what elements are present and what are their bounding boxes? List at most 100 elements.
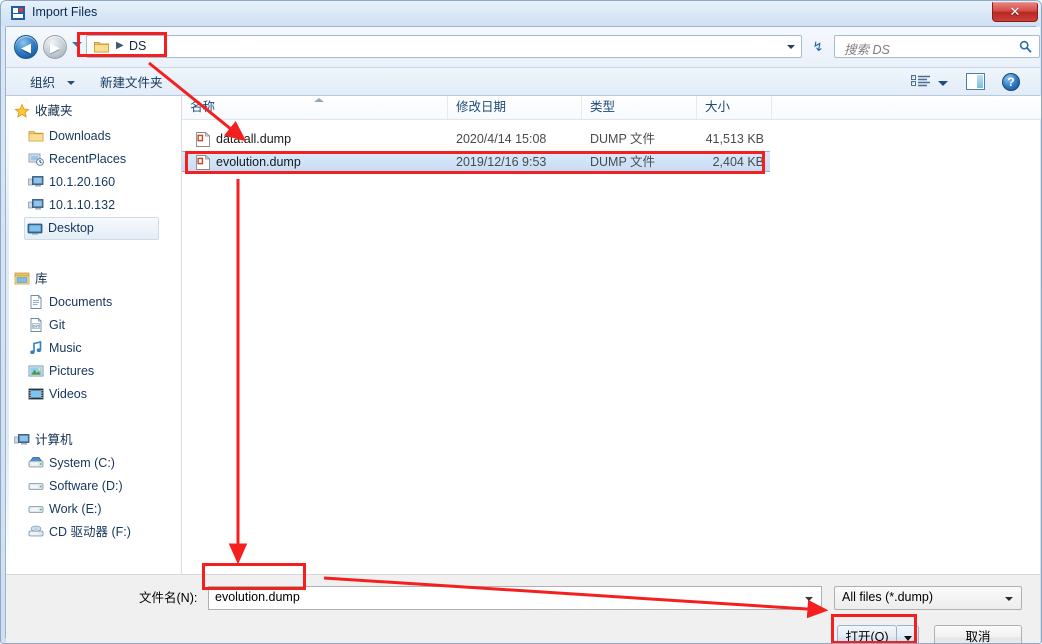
forward-button[interactable]: ▶ [43,35,67,59]
filename-label: 文件名(N): [139,591,198,605]
library-icon [14,271,30,287]
sidebar-item-label: 10.1.20.160 [49,175,116,189]
title-bar: Import Files ✕ [1,1,1041,26]
sidebar-group-favorites[interactable]: 收藏夹 [14,100,159,123]
views-caret-down-icon[interactable] [938,81,948,86]
column-header-row: 名称 修改日期 类型 大小 [182,96,1041,120]
sort-ascending-icon [314,98,324,102]
column-header-size[interactable]: 大小 [697,96,772,119]
file-type: DUMP 文件 [590,155,656,169]
address-chevron-down-icon[interactable] [787,45,795,49]
sidebar-item-label: Work (E:) [49,502,102,516]
sidebar-item-label: Desktop [48,221,94,235]
sidebar-group-libraries[interactable]: 库 [14,268,159,291]
file-type-caret-down-icon [1005,597,1013,601]
sidebar-item-recentplaces[interactable]: RecentPlaces [26,148,159,171]
sidebar-item-music[interactable]: Music [26,337,159,360]
sidebar-item-downloads[interactable]: Downloads [26,125,159,148]
open-caret-down-icon [904,636,912,641]
sidebar-item-git[interactable]: GIT Git [26,314,159,337]
sidebar-item-documents[interactable]: Documents [26,291,159,314]
sidebar-item-label: Downloads [49,129,111,143]
sidebar-item-10-1-20-160[interactable]: 10.1.20.160 [26,171,159,194]
music-icon [28,340,44,356]
sidebar-item-work-e[interactable]: Work (E:) [26,498,159,521]
sidebar-item-label: RecentPlaces [49,152,127,166]
toolbar: 组织 新建文件夹 ? [6,67,1040,96]
search-placeholder: 搜索 DS [844,43,890,57]
address-bar[interactable]: ▶ DS [86,35,802,58]
sidebar-item-software-d[interactable]: Software (D:) [26,475,159,498]
column-header-type[interactable]: 类型 [582,96,697,119]
sidebar-item-label: CD 驱动器 (F:) [49,525,131,539]
sidebar-item-label: 10.1.10.132 [49,198,116,212]
file-modified: 2020/4/14 15:08 [456,132,547,146]
folder-icon [94,40,109,53]
folder-icon [28,128,44,144]
sidebar-item-pictures[interactable]: Pictures [26,360,159,383]
file-type-value: All files (*.dump) [842,590,933,604]
filename-caret-down-icon[interactable] [805,597,813,601]
address-bar-row: ◀ ▶ ▶ DS ↯ 搜索 DS [6,27,1040,67]
column-header-label: 大小 [705,100,731,114]
help-icon[interactable]: ? [1002,73,1020,91]
search-input[interactable]: 搜索 DS [834,35,1040,58]
sidebar-item-label: Music [49,341,82,355]
column-header-name[interactable]: 名称 [182,96,448,119]
back-arrow-icon: ◀ [21,39,31,55]
view-options-icon[interactable] [911,74,931,91]
table-row[interactable]: data.all.dump 2020/4/14 15:08 DUMP 文件 41… [182,129,1041,150]
sidebar-accent-strip [6,96,9,574]
column-header-label: 修改日期 [456,100,507,114]
sidebar-item-desktop[interactable]: Desktop [24,217,159,240]
file-modified: 2019/12/16 9:53 [456,155,547,169]
open-split-button[interactable] [897,625,919,643]
dump-file-icon [196,154,211,170]
file-name: evolution.dump [216,155,301,169]
computer-icon [14,432,30,448]
network-computer-icon [28,197,44,213]
git-icon: GIT [28,317,44,333]
file-type-select[interactable]: All files (*.dump) [834,586,1022,610]
system-drive-icon [28,455,44,471]
sidebar-item-videos[interactable]: Videos [26,383,159,406]
recent-locations-chevron-down-icon[interactable] [72,42,82,47]
file-size: 2,404 KB [712,155,764,169]
import-files-dialog: Import Files ✕ ◀ ▶ ▶ DS ↯ 搜索 DS 组织 新建文件夹… [0,0,1042,644]
pictures-icon [28,363,44,379]
back-button[interactable]: ◀ [14,35,38,59]
breadcrumb-separator-icon: ▶ [116,40,124,51]
new-folder-button[interactable]: 新建文件夹 [96,73,167,93]
refresh-button[interactable]: ↯ [806,35,830,58]
sidebar-group-computer[interactable]: 计算机 [14,429,159,452]
organize-button[interactable]: 组织 [26,73,59,93]
sidebar-group-label: 计算机 [35,433,73,447]
filename-input[interactable]: evolution.dump [208,586,822,610]
sidebar-item-label: System (C:) [49,456,115,470]
sidebar-item-system-c[interactable]: System (C:) [26,452,159,475]
drive-icon [28,501,44,517]
sidebar-item-10-1-10-132[interactable]: 10.1.10.132 [26,194,159,217]
organize-caret-down-icon[interactable] [67,81,75,85]
sidebar-item-label: Pictures [49,364,95,378]
column-header-modified[interactable]: 修改日期 [448,96,582,119]
recent-places-icon [28,151,44,167]
window-title: Import Files [32,5,98,19]
cancel-button[interactable]: 取消 [934,625,1022,643]
close-button[interactable]: ✕ [992,2,1038,22]
file-size: 41,513 KB [705,132,764,146]
star-icon [14,103,30,119]
sidebar-item-cd-drive-f[interactable]: CD 驱动器 (F:) [26,521,159,544]
search-icon[interactable] [1019,40,1032,56]
table-row[interactable]: evolution.dump 2019/12/16 9:53 DUMP 文件 2… [182,151,770,172]
bottom-panel: 文件名(N): evolution.dump All files (*.dump… [6,574,1040,643]
dump-file-icon [196,131,211,147]
navigation-sidebar: 收藏夹 Downloads RecentPlaces 10.1.20.160 1… [6,96,161,574]
preview-pane-icon[interactable] [966,73,985,90]
open-button[interactable]: 打开(O) [837,625,897,643]
drive-icon [28,478,44,494]
desktop-icon [27,221,43,237]
network-computer-icon [28,174,44,190]
app-logo-icon [10,5,26,21]
breadcrumb-current-folder[interactable]: DS [129,39,146,53]
